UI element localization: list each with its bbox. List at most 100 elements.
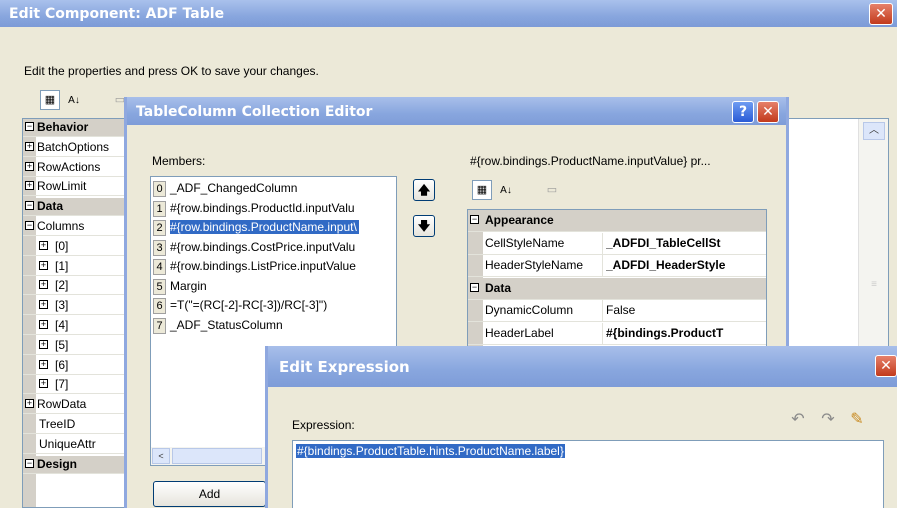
edit-expression-title: Edit Expression	[279, 358, 410, 376]
redo-button[interactable]: ↷	[817, 409, 839, 431]
collapse-icon[interactable]: −	[25, 221, 34, 230]
member-index: 3	[153, 239, 166, 256]
edit-expression-titlebar[interactable]: Edit Expression ✕	[268, 346, 897, 387]
expand-icon[interactable]: +	[39, 339, 48, 349]
expand-icon[interactable]: +	[25, 181, 34, 191]
add-button[interactable]: Add	[153, 481, 266, 507]
property-row-label: [6]	[55, 357, 69, 372]
member-text: #{row.bindings.CostPrice.inputValu	[170, 239, 356, 254]
member-item[interactable]: 1 #{row.bindings.ProductId.inputValu	[153, 200, 396, 218]
expand-icon[interactable]: +	[25, 141, 34, 151]
alphabetical-icon: A↓	[68, 95, 80, 106]
alphabetical-button[interactable]: A↓	[64, 90, 84, 110]
property-key: HeaderLabel	[485, 322, 603, 344]
property-key: HeaderStyleName	[485, 255, 603, 276]
arrow-down-icon: 🡇	[417, 219, 431, 233]
member-item[interactable]: 0 _ADF_ChangedColumn	[153, 180, 396, 198]
collapse-icon[interactable]: −	[25, 458, 34, 468]
property-value[interactable]: _ADFDI_TableCellSt	[606, 233, 766, 254]
clear-button[interactable]: ✎	[846, 409, 868, 431]
member-text: _ADF_ChangedColumn	[170, 181, 298, 195]
property-row-label: BatchOptions	[37, 139, 110, 154]
member-property-pages-button[interactable]: ▭	[542, 180, 562, 200]
member-property-grid[interactable]: − Appearance CellStyleName _ADFDI_TableCell…	[467, 209, 767, 349]
expand-icon[interactable]: +	[39, 240, 48, 250]
move-up-button[interactable]: 🡅	[413, 179, 435, 201]
member-index: 5	[153, 278, 166, 295]
property-category[interactable]: − Appearance	[468, 210, 766, 232]
property-row-label: [7]	[55, 377, 69, 392]
edit-expression-close-button[interactable]: ✕	[875, 355, 897, 377]
property-row[interactable]: DynamicColumn False	[468, 300, 766, 322]
member-item[interactable]: 7 _ADF_StatusColumn	[153, 317, 396, 335]
collection-editor-close-button[interactable]: ✕	[757, 101, 779, 123]
help-button[interactable]: ?	[732, 101, 754, 123]
member-item[interactable]: 4 #{row.bindings.ListPrice.inputValue	[153, 258, 396, 276]
expand-icon[interactable]: +	[39, 260, 48, 270]
expression-input[interactable]: #{bindings.ProductTable.hints.ProductNam…	[292, 440, 884, 508]
member-text: #{row.bindings.ProductId.inputValu	[170, 200, 355, 215]
property-row-label: [1]	[55, 258, 69, 273]
property-key: DynamicColumn	[485, 300, 603, 321]
expand-icon[interactable]: +	[39, 300, 48, 310]
edit-component-title: Edit Component: ADF Table	[9, 6, 225, 22]
member-text: Margin	[170, 278, 207, 293]
property-row[interactable]: HeaderStyleName _ADFDI_HeaderStyle	[468, 255, 766, 277]
property-row-label: [4]	[55, 318, 69, 332]
scroll-left-button[interactable]: <	[152, 448, 170, 464]
member-item[interactable]: 5 Margin	[153, 278, 396, 296]
property-row-label: RowLimit	[37, 179, 87, 194]
edit-component-titlebar[interactable]: Edit Component: ADF Table ✕	[0, 0, 897, 27]
edit-component-close-button[interactable]: ✕	[869, 3, 893, 25]
member-item[interactable]: 3 #{row.bindings.CostPrice.inputValu	[153, 239, 396, 257]
undo-button[interactable]: ↶	[787, 409, 809, 431]
redo-icon: ↷	[821, 411, 835, 428]
property-row-label: Behavior	[37, 120, 89, 134]
property-category[interactable]: − Data	[468, 277, 766, 300]
edit-expression-dialog: Edit Expression ✕ Expression: ↶ ↷ ✎ #{bi…	[265, 346, 897, 508]
categorized-button[interactable]: ▦	[40, 90, 60, 110]
collapse-icon[interactable]: −	[25, 122, 34, 131]
property-row-label: TreeID	[39, 417, 76, 431]
scroll-thumb[interactable]	[172, 448, 262, 464]
collapse-icon[interactable]: −	[25, 201, 34, 211]
property-value[interactable]: #{bindings.ProductT	[606, 323, 766, 344]
eraser-icon: ✎	[850, 411, 864, 428]
property-key: Appearance	[485, 213, 554, 227]
collapse-icon[interactable]: −	[470, 282, 479, 292]
property-row-label: Columns	[37, 219, 85, 233]
categorized-icon: ▦	[476, 184, 488, 196]
property-row-label: Data	[37, 199, 64, 214]
collapse-icon[interactable]: −	[470, 215, 479, 224]
expand-icon[interactable]: +	[25, 399, 34, 409]
member-index: 6	[153, 298, 166, 314]
move-down-button[interactable]: 🡇	[413, 215, 435, 237]
property-row[interactable]: HeaderLabel #{bindings.ProductT	[468, 322, 766, 345]
expand-icon[interactable]: +	[39, 359, 48, 369]
chevron-left-icon: <	[158, 451, 164, 461]
expand-icon[interactable]: +	[39, 379, 48, 389]
property-row-label: [0]	[55, 238, 69, 253]
collection-editor-titlebar[interactable]: TableColumn Collection Editor ? ✕	[127, 97, 786, 125]
members-label: Members:	[152, 154, 206, 168]
member-text: =T("=(RC[-2]-RC[-3])/RC[-3]")	[170, 298, 328, 312]
member-item[interactable]: 6 =T("=(RC[-2]-RC[-3])/RC[-3]")	[153, 297, 396, 315]
categorized-icon: ▦	[44, 94, 56, 106]
expand-icon[interactable]: +	[39, 280, 48, 290]
arrow-up-icon: 🡅	[417, 183, 431, 197]
chevron-up-icon: ︿	[869, 125, 879, 136]
property-value[interactable]: False	[606, 300, 766, 321]
member-index: 1	[153, 200, 166, 217]
scroll-up-button[interactable]: ︿	[863, 122, 885, 140]
property-value[interactable]: _ADFDI_HeaderStyle	[606, 255, 766, 276]
expand-icon[interactable]: +	[39, 320, 48, 329]
property-row[interactable]: CellStyleName _ADFDI_TableCellSt	[468, 232, 766, 255]
property-row-label: [2]	[55, 278, 69, 293]
member-text: #{row.bindings.ListPrice.inputValue	[170, 259, 356, 273]
member-categorized-button[interactable]: ▦	[472, 180, 492, 200]
expression-text: #{bindings.ProductTable.hints.ProductNam…	[296, 444, 565, 458]
member-item[interactable]: 2 #{row.bindings.ProductName.input\	[153, 219, 396, 237]
expand-icon[interactable]: +	[25, 161, 34, 171]
scroll-grip[interactable]: ≡	[863, 279, 885, 319]
member-alphabetical-button[interactable]: A↓	[496, 180, 516, 200]
